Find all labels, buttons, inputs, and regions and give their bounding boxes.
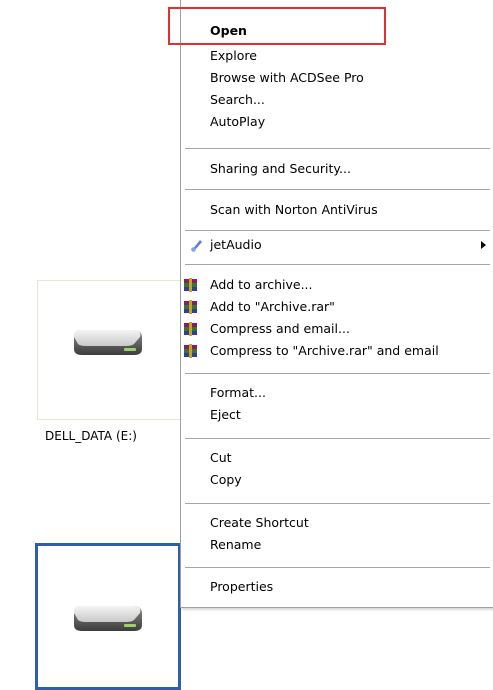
menu-separator (185, 373, 490, 374)
menu-item-label: Eject (210, 407, 241, 422)
menu-item-label: Cut (210, 450, 232, 465)
open-highlight-box (168, 7, 386, 45)
menu-item-properties[interactable]: Properties (181, 576, 493, 597)
menu-item-browse-acdsee[interactable]: Browse with ACDSee Pro (181, 67, 493, 88)
menu-item-copy[interactable]: Copy (181, 469, 493, 490)
menu-separator (185, 503, 490, 504)
menu-item-cut[interactable]: Cut (181, 447, 493, 468)
menu-item-label: Sharing and Security... (210, 161, 351, 176)
drive-e-label[interactable]: DELL_DATA (E:) (0, 429, 182, 443)
menu-item-format[interactable]: Format... (181, 382, 493, 403)
menu-item-compress-to-archive-rar-email[interactable]: Compress to "Archive.rar" and email (181, 340, 493, 361)
menu-item-label: Create Shortcut (210, 515, 309, 530)
menu-item-label: Rename (210, 537, 262, 552)
winrar-icon (184, 278, 197, 292)
menu-separator (185, 189, 490, 190)
menu-item-eject[interactable]: Eject (181, 404, 493, 425)
jetaudio-icon (191, 240, 202, 252)
menu-item-label: Compress to "Archive.rar" and email (210, 343, 439, 358)
hard-drive-icon[interactable] (72, 603, 144, 633)
menu-item-label: Scan with Norton AntiVirus (210, 202, 378, 217)
hard-drive-icon[interactable] (72, 327, 144, 357)
menu-item-label: AutoPlay (210, 114, 266, 129)
menu-item-label: Format... (210, 385, 266, 400)
menu-item-label: Copy (210, 472, 242, 487)
menu-item-create-shortcut[interactable]: Create Shortcut (181, 512, 493, 533)
context-menu: Open Explore Browse with ACDSee Pro Sear… (180, 0, 493, 608)
menu-item-explore[interactable]: Explore (181, 45, 493, 66)
menu-item-norton-scan[interactable]: Scan with Norton AntiVirus (181, 199, 493, 220)
menu-separator (185, 148, 490, 149)
menu-item-sharing-security[interactable]: Sharing and Security... (181, 158, 493, 179)
menu-item-rename[interactable]: Rename (181, 534, 493, 555)
menu-item-search[interactable]: Search... (181, 89, 493, 110)
menu-item-label: Compress and email... (210, 321, 350, 336)
menu-item-autoplay[interactable]: AutoPlay (181, 111, 493, 132)
menu-item-add-to-archive-rar[interactable]: Add to "Archive.rar" (181, 296, 493, 317)
menu-separator (185, 230, 490, 231)
menu-item-label: Browse with ACDSee Pro (210, 70, 364, 85)
winrar-icon (184, 300, 197, 314)
menu-separator (185, 264, 490, 265)
menu-item-label: Add to archive... (210, 277, 313, 292)
submenu-arrow-icon (481, 241, 486, 249)
menu-item-add-to-archive[interactable]: Add to archive... (181, 274, 493, 295)
menu-separator (185, 438, 490, 439)
menu-item-compress-and-email[interactable]: Compress and email... (181, 318, 493, 339)
winrar-icon (184, 322, 197, 336)
menu-item-label: Search... (210, 92, 265, 107)
menu-item-jetaudio[interactable]: jetAudio (181, 234, 493, 255)
winrar-icon (184, 344, 197, 358)
menu-item-label: jetAudio (210, 237, 262, 252)
menu-item-label: Add to "Archive.rar" (210, 299, 335, 314)
menu-item-label: Explore (210, 48, 257, 63)
menu-item-label: Properties (210, 579, 274, 594)
menu-separator (185, 567, 490, 568)
